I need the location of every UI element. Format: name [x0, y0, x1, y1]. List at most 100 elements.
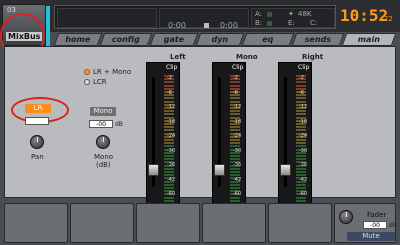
mute-button[interactable]: Mute — [347, 232, 395, 241]
meter-scale-label: -2 — [167, 75, 172, 81]
pan-knob[interactable] — [30, 135, 44, 149]
meter-scale-label: -36 — [299, 162, 308, 168]
meter-segment — [164, 129, 174, 132]
encoder-slot-3[interactable] — [136, 203, 200, 243]
meter-segment — [296, 155, 306, 157]
transport-time-2: 0:00 — [220, 21, 238, 30]
mono-level-field[interactable]: -00 — [89, 120, 113, 128]
meter-segment — [164, 97, 174, 100]
tab-gate[interactable]: gate — [149, 33, 199, 46]
fader-handle-left[interactable] — [148, 163, 159, 176]
tab-main[interactable]: main — [341, 33, 397, 46]
fader-encoder-slot[interactable]: Fader -00 dB Mute — [334, 203, 397, 243]
meter-scale-label: -6 — [299, 89, 304, 96]
meter-segment — [296, 126, 306, 129]
mono-knob-unit: (dB) — [96, 161, 111, 169]
meter-segment — [164, 187, 174, 189]
meter-scale-label: -24 — [299, 133, 308, 139]
encoder-slot-4[interactable] — [202, 203, 266, 243]
tab-home[interactable]: home — [53, 33, 103, 46]
meter-segment — [296, 100, 306, 103]
meter-scale-label: -36 — [233, 162, 242, 168]
meter-segment — [230, 142, 240, 145]
display-segment-a — [57, 8, 157, 28]
tab-dyn[interactable]: dyn — [195, 33, 245, 46]
fader-db-unit: dB — [389, 222, 397, 229]
tab-sends[interactable]: sends — [291, 33, 345, 46]
clip-label: Clip — [298, 64, 310, 71]
meter-scale-label: -2 — [299, 75, 304, 81]
meter-segment — [164, 84, 174, 87]
transport-time-1: 0:00 — [168, 21, 186, 30]
pan-knob-pointer — [37, 137, 38, 142]
meter-segment — [164, 126, 174, 129]
meter-segment — [164, 113, 174, 116]
encoder-slot-1[interactable] — [4, 203, 68, 243]
fader-value-field[interactable]: -00 — [363, 221, 387, 229]
pan-label: Pan — [31, 153, 44, 161]
channel-color-bar — [46, 6, 50, 46]
clip-label: Clip — [166, 64, 178, 71]
fader-handle-right[interactable] — [280, 163, 291, 176]
meter-segment — [230, 81, 240, 84]
indicator-a-led — [267, 12, 272, 17]
meter-segment — [164, 171, 174, 173]
meter-scale-label: -60 — [299, 191, 308, 197]
bottom-encoder-row: Fader -00 dB Mute — [4, 203, 397, 243]
meter-scale-label: -12 — [233, 104, 242, 110]
indicator-e: E: — [288, 19, 295, 27]
indicator-a: A: — [255, 10, 263, 18]
meter-segment — [164, 158, 174, 161]
meter-scale-label: -24 — [233, 133, 242, 139]
meter-mono: Clip -2 -6 -12 -18 -24 -30 -36 -42 -60 — [212, 62, 246, 206]
meter-segment — [230, 187, 240, 189]
tab-config[interactable]: config — [99, 33, 153, 46]
meter-scale-label: -12 — [167, 104, 176, 110]
meter-segment — [296, 97, 306, 100]
meter-scale-label: -60 — [233, 191, 242, 197]
clock-display: 10:52 — [340, 6, 389, 25]
meter-scale-label: -60 — [167, 191, 176, 197]
lr-level-field[interactable] — [25, 117, 49, 125]
meter-segment — [296, 171, 306, 173]
encoder-slot-5[interactable] — [268, 203, 332, 243]
fader-handle-mono[interactable] — [214, 163, 225, 176]
fader-knob[interactable] — [339, 210, 353, 224]
meter-segment — [164, 183, 174, 186]
meter-segment — [230, 126, 240, 129]
meter-segment — [230, 97, 240, 100]
clock-seconds: 22 — [384, 15, 393, 23]
meter-segment — [296, 110, 306, 113]
meter-segment — [164, 142, 174, 145]
tab-eq[interactable]: eq — [241, 33, 295, 46]
meter-segment — [230, 158, 240, 161]
mono-knob-label: Mono — [94, 153, 114, 161]
routing-radio-lcr[interactable] — [84, 79, 90, 85]
main-panel — [4, 46, 396, 198]
meter-segment — [164, 155, 174, 157]
meter-segment — [296, 183, 306, 186]
clip-label: Clip — [232, 64, 244, 71]
indicator-b: B: — [255, 19, 263, 27]
mono-db-unit: dB — [115, 121, 123, 128]
routing-option-lr-mono: LR + Mono — [93, 68, 132, 76]
meter-scale-label: -18 — [167, 118, 176, 125]
meter-scale-label: -30 — [233, 147, 242, 154]
meter-segment — [164, 100, 174, 103]
meter-segment — [164, 139, 174, 141]
meter-scale-label: -12 — [299, 104, 308, 110]
fader-knob-pointer — [346, 212, 347, 217]
routing-radio-lr-mono[interactable] — [84, 69, 90, 75]
meter-scale-label: -2 — [233, 75, 238, 81]
encoder-slot-2[interactable] — [70, 203, 134, 243]
meter-title-left: Left — [170, 53, 186, 61]
meter-segment — [230, 84, 240, 87]
mono-button[interactable]: Mono — [90, 107, 116, 116]
meter-scale-label: -42 — [233, 176, 242, 183]
mono-knob-pointer — [103, 137, 104, 142]
meter-segment — [164, 110, 174, 113]
sample-rate: 48K — [298, 10, 312, 18]
meter-scale-label: -6 — [167, 89, 172, 96]
meter-segment — [296, 81, 306, 84]
mono-level-knob[interactable] — [96, 135, 110, 149]
